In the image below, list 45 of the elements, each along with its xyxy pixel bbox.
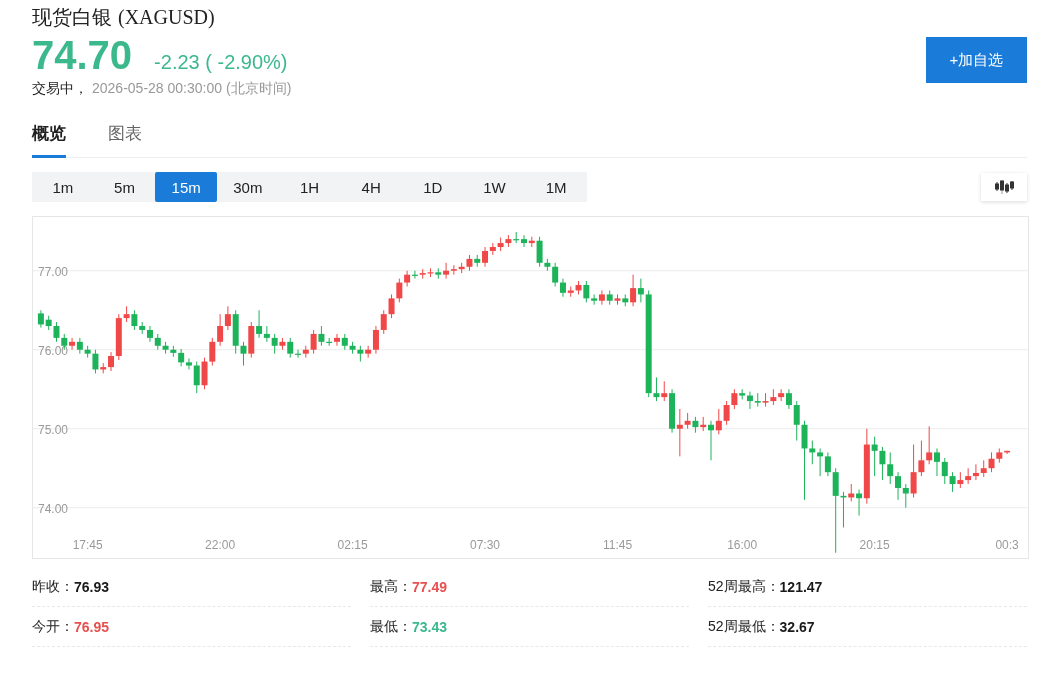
instrument-name: 现货白银 <box>32 5 112 30</box>
interval-button[interactable]: 5m <box>93 172 156 202</box>
x-axis-label: 02:15 <box>337 538 368 552</box>
price-change: -2.23 ( -2.90%) <box>154 51 288 74</box>
instrument-code: (XAGUSD) <box>118 6 215 29</box>
stat-label: 最低： <box>370 617 412 636</box>
stat-value: 76.93 <box>74 578 110 595</box>
x-axis-label: 20:15 <box>859 538 890 552</box>
stat-label: 52周最低： <box>708 617 780 636</box>
x-axis-label: 17:45 <box>72 538 103 552</box>
interval-button[interactable]: 1D <box>402 172 464 202</box>
tab[interactable]: 图表 <box>108 122 142 158</box>
add-watchlist-button[interactable]: +加自选 <box>926 37 1027 83</box>
stat-label: 最高： <box>370 577 412 596</box>
interval-button[interactable]: 1W <box>463 172 526 202</box>
stat-value: 77.49 <box>412 578 448 595</box>
stat-value: 76.95 <box>74 618 110 635</box>
interval-button[interactable]: 15m <box>155 172 217 202</box>
interval-button[interactable]: 1H <box>278 172 341 202</box>
x-axis-label: 07:30 <box>470 538 501 552</box>
trading-status: 交易中， <box>32 80 88 98</box>
candlestick-icon <box>994 179 1014 195</box>
y-axis-label: 74.00 <box>38 501 69 516</box>
chart-type-button[interactable] <box>981 173 1027 201</box>
stat-value: 121.47 <box>779 578 823 595</box>
stat-label: 今开： <box>32 617 74 636</box>
timezone: (北京时间) <box>226 80 292 98</box>
stat-label: 52周最高： <box>708 577 780 596</box>
tab[interactable]: 概览 <box>32 122 66 158</box>
interval-button[interactable]: 1M <box>525 172 588 202</box>
y-axis-label: 75.00 <box>38 422 69 437</box>
y-axis-label: 77.00 <box>38 264 69 279</box>
stat-value: 73.43 <box>412 618 448 635</box>
interval-button[interactable]: 30m <box>217 172 279 202</box>
x-axis-label: 22:00 <box>205 538 236 552</box>
interval-button[interactable]: 1m <box>32 172 94 202</box>
interval-button[interactable]: 4H <box>340 172 403 202</box>
price: 74.70 <box>32 33 133 78</box>
stat-value: 32.67 <box>779 618 815 635</box>
x-axis-label: 00:3 <box>995 538 1019 552</box>
x-axis-label: 16:00 <box>727 538 758 552</box>
timestamp: 2026-05-28 00:30:00 <box>92 80 222 98</box>
stat-label: 昨收： <box>32 577 74 596</box>
y-axis-label: 76.00 <box>38 343 69 358</box>
x-axis-label: 11:45 <box>602 538 633 552</box>
